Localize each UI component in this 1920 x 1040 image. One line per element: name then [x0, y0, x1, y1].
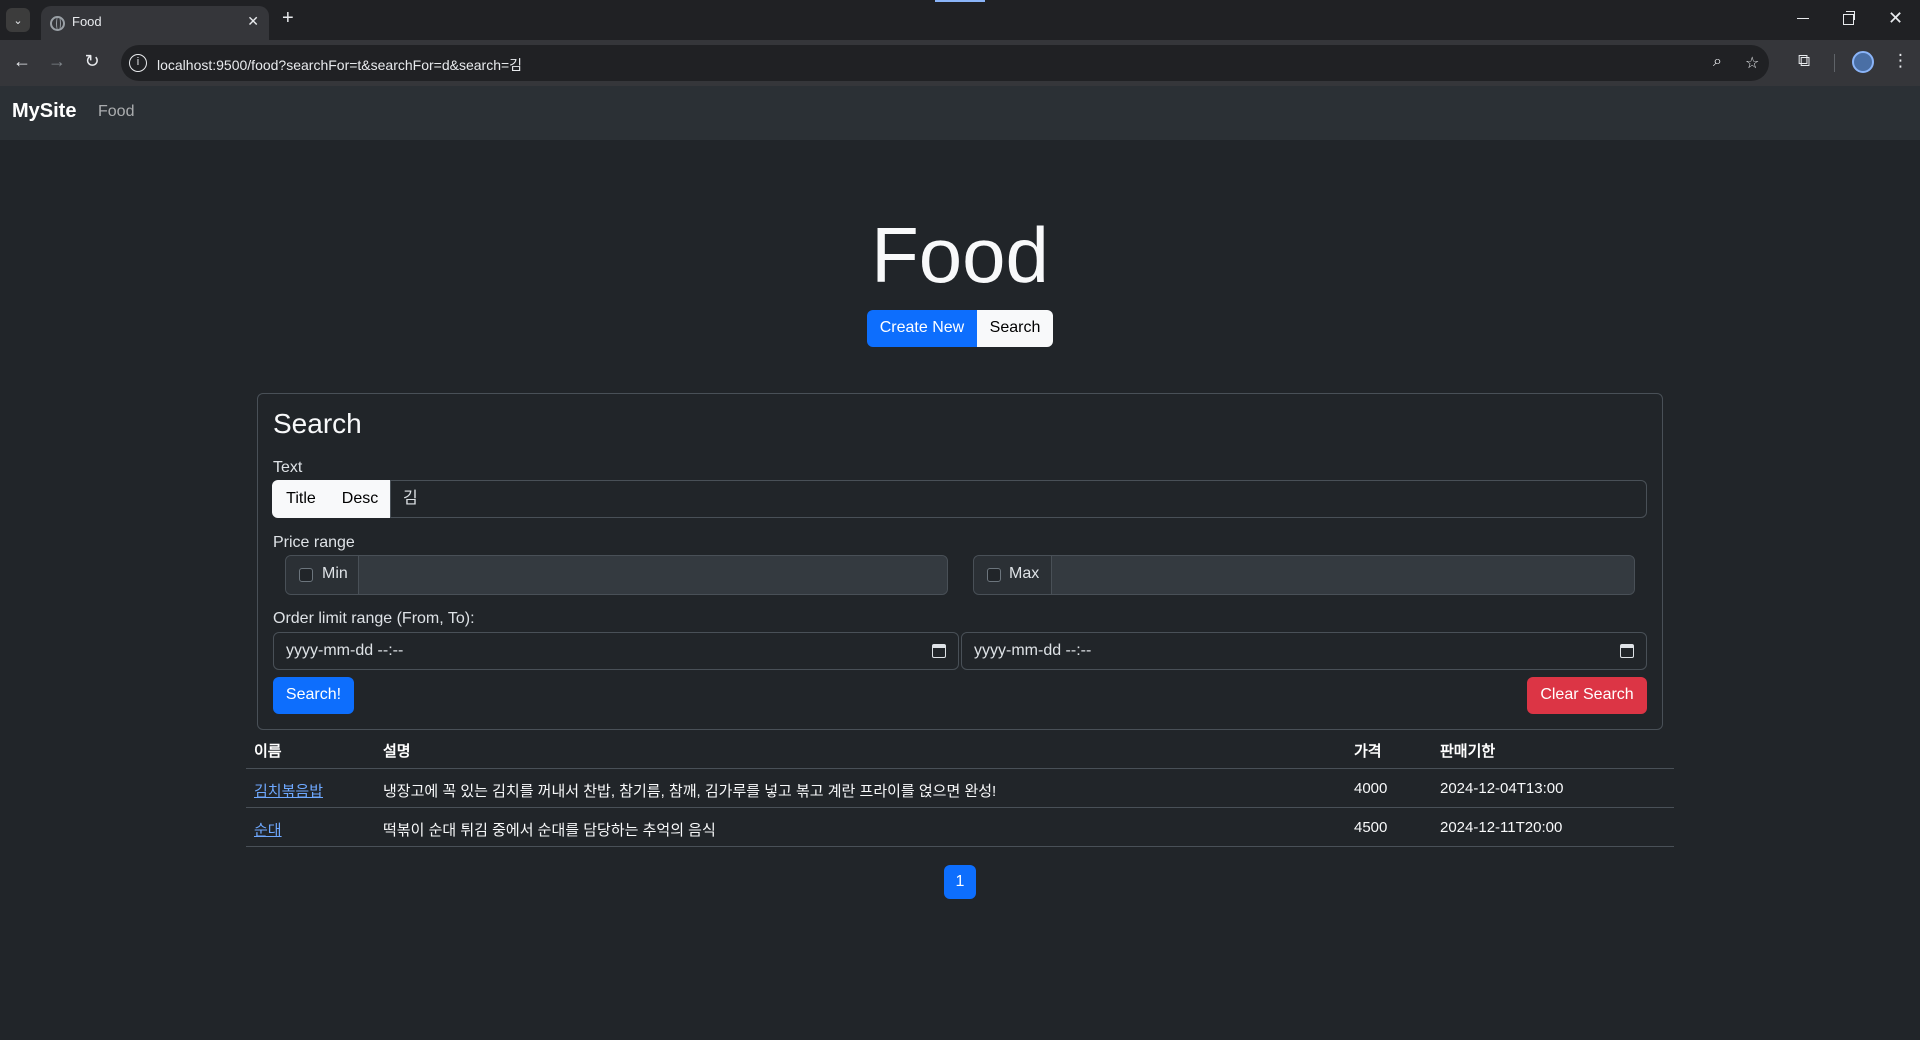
min-checkbox[interactable]	[299, 568, 313, 582]
globe-icon	[50, 16, 65, 31]
desc-toggle[interactable]: Desc	[330, 480, 390, 518]
clear-search-button[interactable]: Clear Search	[1527, 677, 1647, 714]
calendar-icon[interactable]	[932, 644, 946, 658]
url-text[interactable]: localhost:9500/food?searchFor=t&searchFo…	[157, 55, 522, 75]
row-deadline: 2024-12-11T20:00	[1440, 819, 1563, 836]
text-label: Text	[273, 459, 303, 476]
search-toggle-button[interactable]: Search	[977, 310, 1053, 347]
tab-title: Food	[72, 14, 102, 29]
toolbar-divider	[1834, 54, 1835, 72]
column-header-name: 이름	[254, 743, 282, 760]
min-price-group: Min	[285, 555, 948, 595]
profile-avatar[interactable]	[1852, 51, 1874, 73]
max-price-group: Max	[973, 555, 1635, 595]
text-search-group: Title Desc 김	[272, 480, 1647, 518]
zoom-icon[interactable]: ⌕	[1713, 53, 1722, 71]
column-header-price: 가격	[1354, 743, 1382, 760]
site-info-icon[interactable]: i	[129, 54, 147, 72]
food-link[interactable]: 김치볶음밥	[254, 783, 323, 800]
site-navbar: MySite Food	[0, 86, 1920, 140]
nav-link-food[interactable]: Food	[98, 103, 134, 121]
new-tab-button[interactable]: +	[282, 7, 294, 30]
minimize-icon[interactable]	[1797, 18, 1809, 19]
pagination-page-1[interactable]: 1	[944, 865, 976, 899]
row-price: 4500	[1354, 819, 1388, 836]
price-range-label: Price range	[273, 534, 355, 551]
window-close-icon[interactable]: ✕	[1888, 8, 1903, 29]
column-header-deadline: 판매기한	[1440, 743, 1496, 760]
tab-search-button[interactable]: ⌄	[6, 8, 30, 32]
header-divider	[246, 768, 1674, 769]
max-prefix: Max	[974, 556, 1052, 594]
food-link[interactable]: 순대	[254, 822, 282, 839]
calendar-icon[interactable]	[1620, 644, 1634, 658]
browser-toolbar: ← → ↻ i localhost:9500/food?searchFor=t&…	[0, 40, 1920, 86]
min-prefix: Min	[286, 556, 359, 594]
min-label: Min	[322, 565, 348, 582]
max-price-input[interactable]	[1052, 556, 1634, 594]
create-new-button[interactable]: Create New	[867, 310, 977, 347]
search-submit-button[interactable]: Search!	[273, 677, 354, 714]
max-label: Max	[1009, 565, 1040, 582]
row-deadline: 2024-12-04T13:00	[1440, 780, 1564, 797]
search-text-input[interactable]: 김	[390, 480, 1647, 518]
browser-tabstrip: ⌄ Food ✕ + ✕	[0, 0, 1920, 40]
title-toggle[interactable]: Title	[272, 480, 330, 518]
bookmark-star-icon[interactable]: ☆	[1745, 53, 1759, 73]
row-divider	[246, 807, 1674, 808]
search-card-title: Search	[273, 408, 362, 439]
order-limit-label: Order limit range (From, To):	[273, 610, 475, 627]
restore-icon[interactable]	[1843, 11, 1855, 25]
back-icon[interactable]: ←	[10, 51, 34, 72]
from-date-input[interactable]: yyyy-mm-dd --:--	[273, 632, 959, 670]
row-desc: 냉장고에 꼭 있는 김치를 꺼내서 찬밥, 참기름, 참깨, 김가루를 넣고 볶…	[383, 783, 997, 800]
address-bar[interactable]: i localhost:9500/food?searchFor=t&search…	[121, 45, 1769, 81]
row-name-link[interactable]: 순대	[254, 819, 282, 840]
search-card: Search Text Title Desc 김 Price range Min…	[257, 393, 1663, 730]
from-date-placeholder: yyyy-mm-dd --:--	[286, 642, 404, 659]
tab-close-icon[interactable]: ✕	[247, 13, 259, 30]
min-price-input[interactable]	[359, 556, 947, 594]
row-name-link[interactable]: 김치볶음밥	[254, 780, 323, 801]
row-price: 4000	[1354, 780, 1388, 797]
browser-tab-food[interactable]: Food ✕	[41, 6, 269, 40]
to-date-placeholder: yyyy-mm-dd --:--	[974, 642, 1092, 659]
max-checkbox[interactable]	[987, 568, 1001, 582]
forward-icon[interactable]: →	[45, 51, 69, 72]
navbar-brand[interactable]: MySite	[12, 100, 76, 123]
row-divider	[246, 846, 1674, 847]
extensions-icon[interactable]: ⧉	[1798, 51, 1810, 71]
to-date-input[interactable]: yyyy-mm-dd --:--	[961, 632, 1647, 670]
row-desc: 떡볶이 순대 튀김 중에서 순대를 담당하는 추억의 음식	[383, 822, 716, 839]
page-title: Food	[871, 211, 1049, 299]
column-header-desc: 설명	[383, 743, 411, 760]
kebab-menu-icon[interactable]: ⋮	[1892, 51, 1909, 71]
reload-icon[interactable]: ↻	[80, 51, 104, 72]
tab-indicator	[935, 0, 985, 2]
